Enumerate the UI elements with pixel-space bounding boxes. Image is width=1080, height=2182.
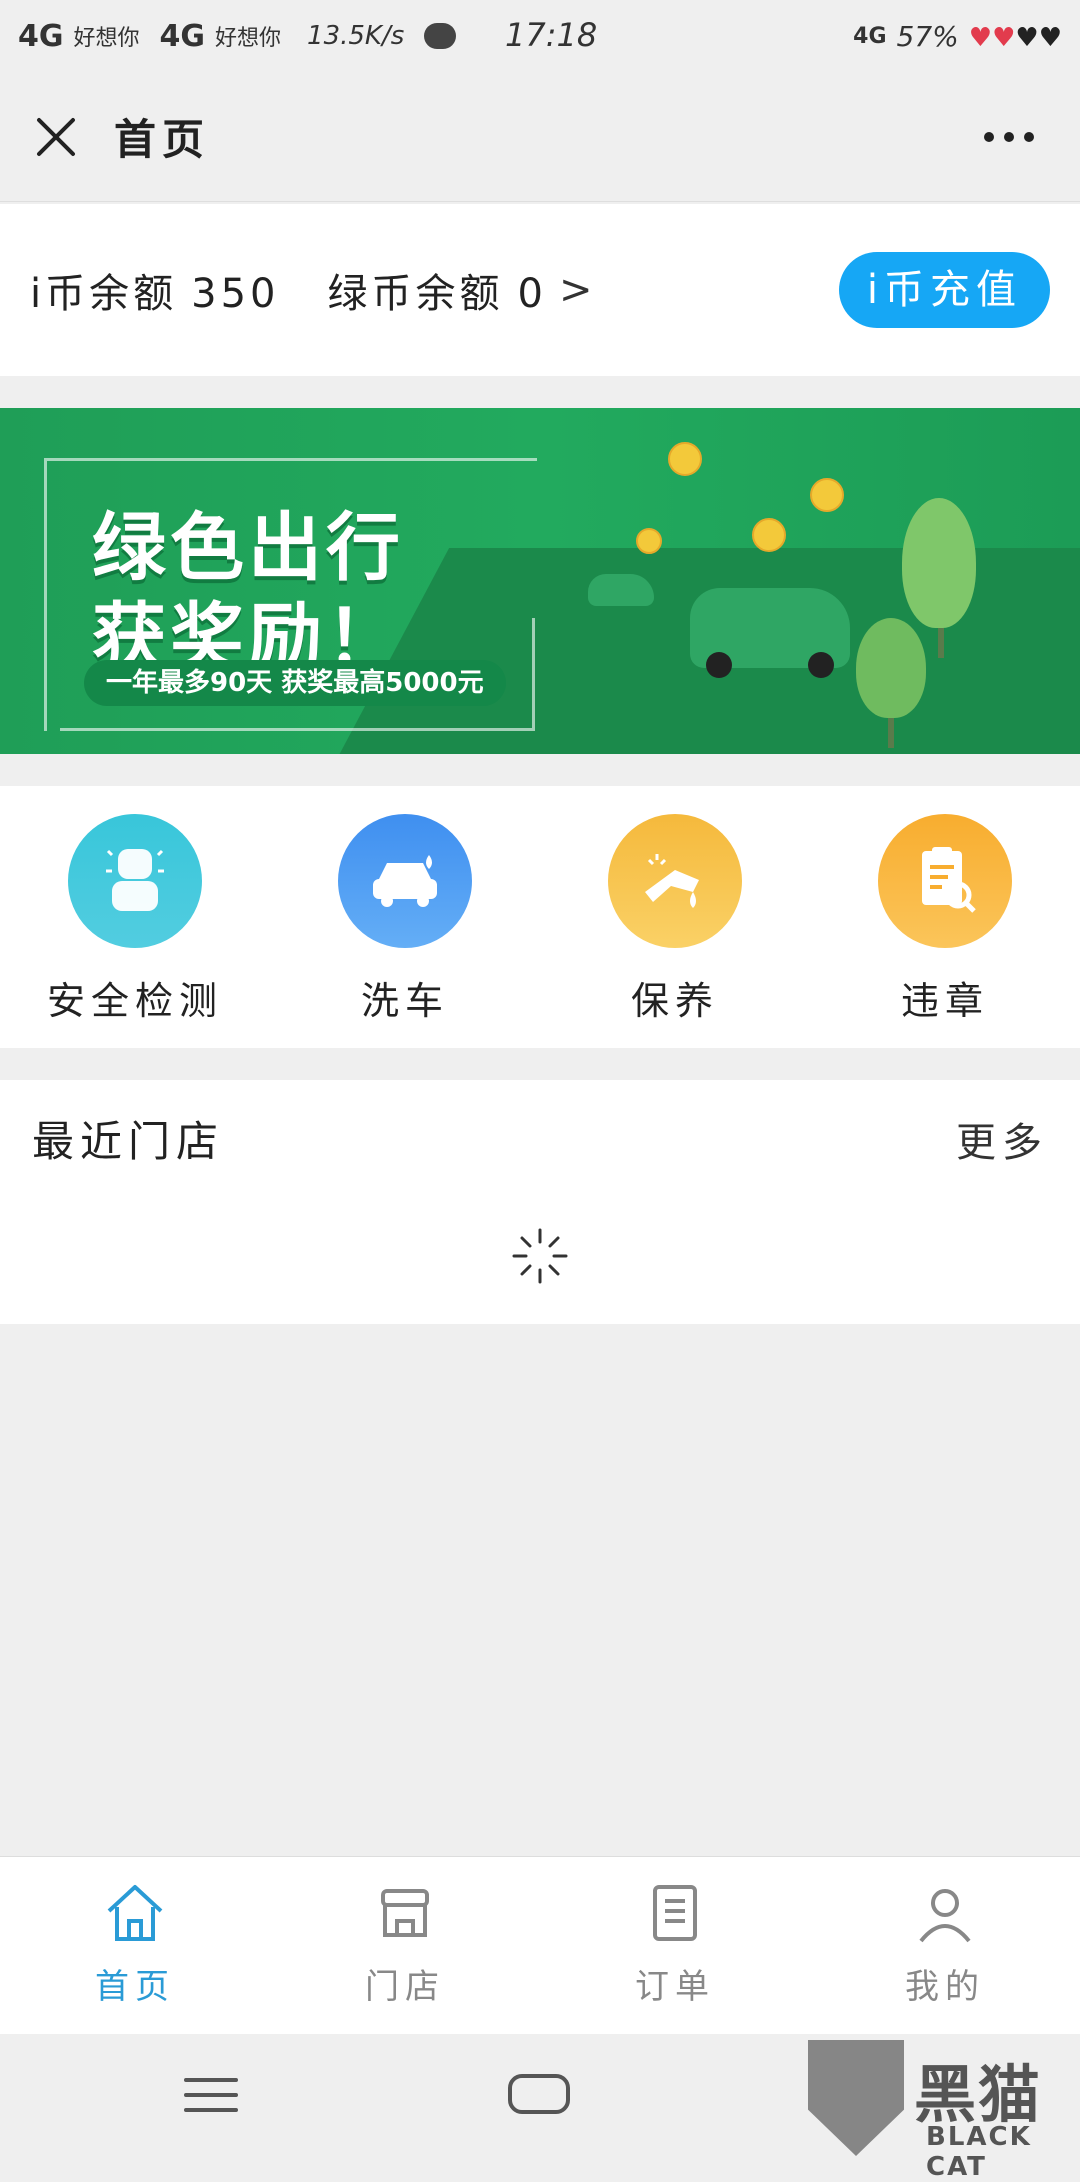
coin-icon (752, 518, 786, 552)
tab-label: 门店 (365, 1967, 445, 2007)
car-seat-icon (68, 814, 202, 948)
page-title: 首页 (114, 115, 211, 164)
tab-orders[interactable]: 订单 (540, 1857, 810, 2035)
green-coin-value: 0 (517, 271, 547, 317)
service-label: 违章 (900, 979, 989, 1023)
order-icon (653, 1885, 697, 1941)
service-safety-check[interactable]: 安全检测 (0, 786, 270, 1048)
carrier-1: 好想你 (73, 26, 140, 51)
bottom-tab-bar: 首页 门店 订单 我的 (0, 1856, 1080, 2035)
nearest-stores-section: 最近门店 更多 (0, 1080, 1080, 1324)
service-label: 安全检测 (46, 979, 223, 1023)
signal-indicator: 4G (853, 23, 887, 49)
green-coin-balance[interactable]: 绿币余额 0 (327, 261, 546, 319)
menu-icon[interactable] (184, 2078, 238, 2123)
tab-label: 订单 (635, 1967, 715, 2007)
network-speed: 13.5K/s (307, 21, 405, 51)
oil-maintenance-icon (608, 814, 742, 948)
green-coin-label: 绿币余额 (327, 271, 504, 317)
tab-store[interactable]: 门店 (270, 1857, 540, 2035)
service-label: 洗车 (360, 979, 449, 1023)
section-title: 最近门店 (32, 1117, 225, 1166)
more-link[interactable]: 更多 (956, 1110, 1048, 1168)
status-bar: 4G 好想你 4G 好想你 13.5K/s 17:18 4G 57% ♥♥♥♥ (0, 0, 1080, 72)
tab-label: 首页 (95, 1967, 175, 2007)
car-small-icon (588, 574, 654, 606)
home-icon (107, 1885, 163, 1941)
tree-icon (902, 498, 976, 628)
i-coin-label: i币余额 (30, 271, 178, 317)
tab-profile[interactable]: 我的 (810, 1857, 1080, 2035)
tab-label: 我的 (905, 1967, 985, 2007)
coin-icon (810, 478, 844, 512)
black-cat-watermark: 黑猫 BLACK CAT (808, 2040, 1078, 2182)
promo-banner[interactable]: 绿色出行 获奖励！ 一年最多90天 获奖最高5000元 (0, 408, 1080, 754)
store-icon (381, 1889, 429, 1937)
battery-percent: 57% (896, 19, 959, 53)
network-type-2: 4G (159, 18, 206, 54)
i-coin-value: 350 (191, 271, 280, 317)
watermark-cn: 黑猫 (914, 2058, 1043, 2131)
close-icon[interactable] (34, 115, 78, 159)
loading-spinner-icon (512, 1228, 568, 1284)
car-wash-icon (338, 814, 472, 948)
service-car-wash[interactable]: 洗车 (270, 786, 540, 1048)
watermark-en: BLACK CAT (926, 2122, 1032, 2182)
coin-balance-row: i币余额 350 绿币余额 0 > i币充值 (0, 204, 1080, 376)
coin-icon (636, 528, 662, 554)
carrier-2: 好想你 (215, 26, 282, 51)
service-maintenance[interactable]: 保养 (540, 786, 810, 1048)
recharge-button[interactable]: i币充值 (838, 252, 1050, 328)
chevron-right-icon[interactable]: > (559, 267, 593, 313)
home-button-icon[interactable] (508, 2074, 570, 2114)
tab-home[interactable]: 首页 (0, 1857, 270, 2035)
network-type-1: 4G (18, 18, 64, 54)
service-grid: 安全检测 洗车 保养 违章 (0, 786, 1080, 1048)
chat-bubble-icon (424, 23, 457, 49)
tree-icon (856, 618, 926, 718)
title-bar: 首页 (0, 72, 1080, 202)
i-coin-balance: i币余额 350 (30, 261, 279, 319)
clock: 17:18 (505, 16, 598, 54)
service-label: 保养 (630, 979, 719, 1023)
service-violation[interactable]: 违章 (810, 786, 1080, 1048)
heart-icon: ♥♥♥♥ (968, 22, 1062, 53)
profile-icon (919, 1889, 971, 1943)
violation-search-icon (878, 814, 1012, 948)
cat-shield-icon (808, 2040, 904, 2156)
banner-subline: 一年最多90天 获奖最高5000元 (84, 660, 506, 706)
more-dots-icon[interactable] (984, 131, 1034, 142)
coin-icon (668, 442, 702, 476)
